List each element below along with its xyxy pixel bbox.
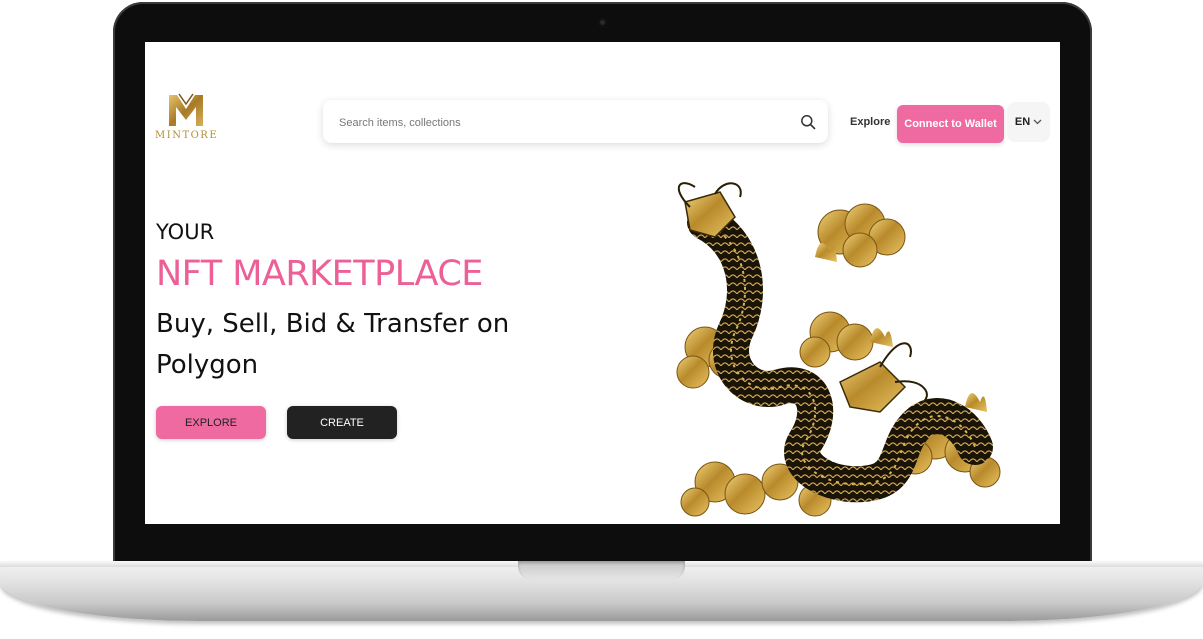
dragon-illustration — [676, 182, 1001, 517]
search-input[interactable] — [337, 100, 781, 145]
mintore-logo-icon — [169, 93, 203, 126]
search-bar — [323, 100, 828, 145]
hero-subtitle: Buy, Sell, Bid & Transfer on Polygon — [156, 309, 510, 380]
browser-screen: MINTORE Explore Connect to Wallet EN YOU… — [145, 42, 1060, 524]
connect-wallet-button[interactable]: Connect to Wallet — [897, 105, 1004, 143]
hero-title: NFT MARKETPLACE — [156, 254, 483, 294]
hero-line-your: YOUR — [156, 220, 215, 244]
explore-button[interactable]: EXPLORE — [156, 406, 266, 439]
language-selector[interactable]: EN — [1007, 102, 1050, 142]
chevron-down-icon — [1033, 119, 1042, 125]
laptop-notch — [518, 561, 685, 580]
logo-text: MINTORE — [155, 130, 219, 141]
create-button[interactable]: CREATE — [287, 406, 397, 439]
site-logo[interactable]: MINTORE — [155, 92, 217, 154]
nav-explore-link[interactable]: Explore — [850, 116, 890, 128]
language-label: EN — [1014, 116, 1031, 128]
webcam — [598, 18, 607, 27]
search-icon[interactable] — [800, 114, 816, 130]
